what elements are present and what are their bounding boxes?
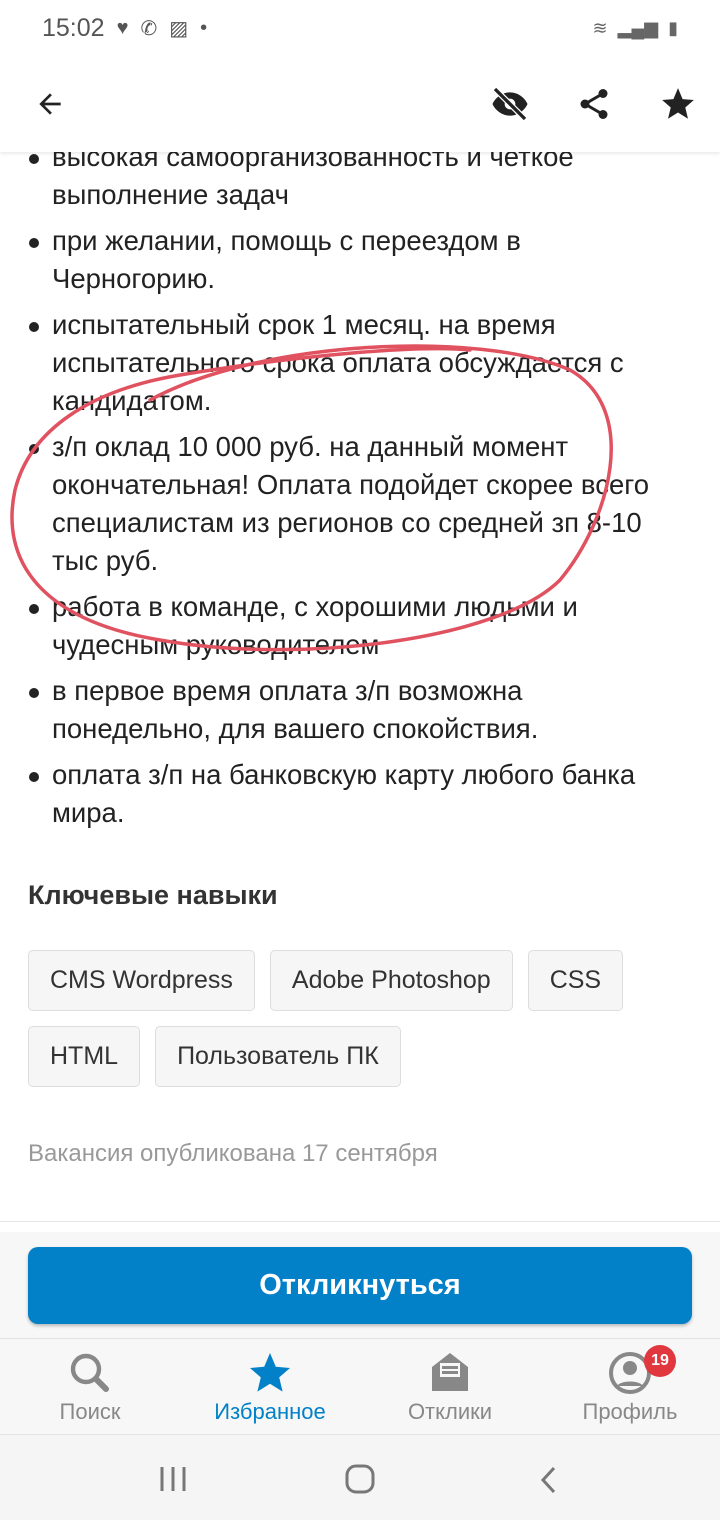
signal-icon: ▂▄▆ <box>617 17 659 38</box>
vacancy-content: высокая самоорганизованность и четкое вы… <box>0 138 720 840</box>
home-icon[interactable] <box>344 1463 378 1495</box>
skill-chip: CMS Wordpress <box>28 950 255 1011</box>
skill-chip: Adobe Photoshop <box>269 950 513 1011</box>
responses-icon <box>432 1353 468 1391</box>
tab-search[interactable]: Поиск <box>0 1339 180 1434</box>
list-item: испытательный срок 1 месяц. на время исп… <box>29 306 680 420</box>
wifi-icon: ≋ <box>592 17 608 38</box>
skill-chip: HTML <box>28 1026 141 1087</box>
apply-button[interactable]: Откликнуться <box>28 1247 692 1324</box>
top-app-bar <box>0 56 720 152</box>
list-item: в первое время оплата з/п возможна понед… <box>29 672 680 748</box>
system-navigation-bar <box>0 1435 720 1520</box>
favorite-button[interactable] <box>654 80 702 128</box>
share-icon <box>580 89 608 119</box>
viber-icon: ✆ <box>140 17 158 40</box>
star-icon <box>662 88 694 119</box>
recent-apps-icon[interactable] <box>158 1465 190 1493</box>
tab-favorites[interactable]: Избранное <box>180 1339 360 1434</box>
back-nav-icon[interactable] <box>538 1465 560 1495</box>
heart-icon: ♥ <box>116 16 129 39</box>
list-item: з/п оклад 10 000 руб. на данный момент о… <box>29 428 680 580</box>
apply-bar: Откликнуться <box>0 1232 720 1338</box>
share-button[interactable] <box>570 80 618 128</box>
dot-icon: • <box>200 16 208 39</box>
tab-label: Избранное <box>214 1399 326 1424</box>
skills-heading: Ключевые навыки <box>28 880 278 910</box>
tab-label: Поиск <box>59 1399 121 1424</box>
back-arrow-icon <box>39 93 61 115</box>
tab-responses[interactable]: Отклики <box>360 1339 540 1434</box>
tab-label: Профиль <box>582 1399 678 1424</box>
battery-charging-icon: ▮ <box>668 17 678 38</box>
tab-label: Отклики <box>407 1399 493 1424</box>
status-time: 15:02 <box>42 13 105 42</box>
list-item: при желании, помощь с переездом в Черног… <box>29 222 680 298</box>
star-icon <box>250 1353 290 1392</box>
back-button[interactable] <box>26 80 74 128</box>
skills-chips: CMS Wordpress Adobe Photoshop CSS HTML П… <box>28 950 688 1087</box>
requirements-list: высокая самоорганизованность и четкое вы… <box>0 138 720 832</box>
hide-button[interactable] <box>486 80 534 128</box>
skill-chip: CSS <box>527 950 624 1011</box>
list-item: оплата з/п на банковскую карту любого ба… <box>29 756 680 832</box>
search-icon <box>70 1353 109 1392</box>
status-bar: 15:02 ♥ ✆ ▨ • ≋ ▂▄▆ ▮ <box>0 0 720 56</box>
notification-badge: 19 <box>644 1345 676 1377</box>
list-item: работа в команде, с хорошими людьми и чу… <box>29 588 680 664</box>
image-icon: ▨ <box>169 17 189 40</box>
skill-chip: Пользователь ПК <box>155 1026 401 1087</box>
tab-profile[interactable]: Профиль 19 <box>540 1339 720 1434</box>
hide-eye-icon <box>492 86 528 122</box>
divider <box>0 1221 720 1222</box>
published-date: Вакансия опубликована 17 сентября <box>28 1140 438 1167</box>
bottom-navigation: Поиск Избранное Отклики Профиль 19 <box>0 1338 720 1435</box>
